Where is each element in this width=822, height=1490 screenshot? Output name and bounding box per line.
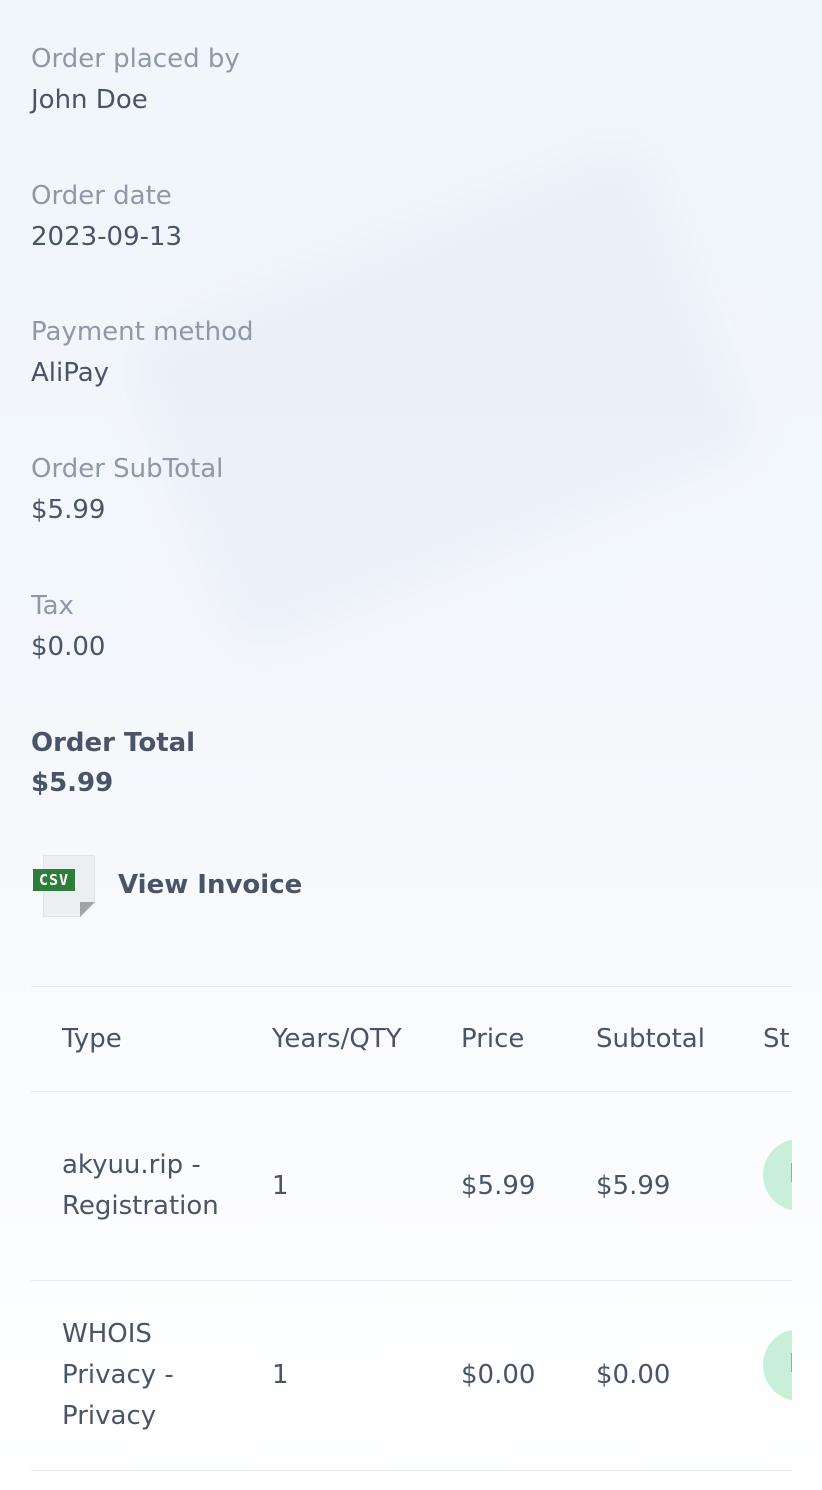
order-tax: Tax $0.00 (31, 589, 105, 664)
cell-type-line: akyuu.rip - (62, 1150, 201, 1180)
csv-file-icon[interactable]: CSV (31, 853, 97, 917)
cell-status: I (763, 1281, 792, 1471)
order-tax-value: $0.00 (31, 632, 106, 662)
cell-qty: 1 (272, 1170, 289, 1201)
invoice-row: CSV View Invoice (31, 850, 302, 920)
cell-status: I (763, 1092, 792, 1281)
cell-type: WHOIS Privacy - Privacy (31, 1281, 272, 1471)
column-header-subtotal[interactable]: Subtotal (596, 987, 763, 1092)
background-decoration (118, 137, 762, 653)
order-items-table: Type Years/QTY Price Subtotal St akyuu.r… (31, 986, 792, 1471)
status-badge: I (763, 1328, 792, 1401)
order-placed-by-value: John Doe (31, 85, 148, 115)
column-header-status[interactable]: St (763, 987, 792, 1092)
column-header-price[interactable]: Price (461, 987, 596, 1092)
status-badge-text: I (789, 1344, 792, 1385)
cell-type-line: Registration (62, 1191, 219, 1221)
csv-file-tag: CSV (33, 869, 75, 891)
order-date: Order date 2023-09-13 (31, 179, 182, 254)
csv-file-fold (80, 902, 95, 917)
order-date-label: Order date (31, 181, 172, 211)
payment-method-label: Payment method (31, 317, 254, 347)
cell-type-line: Privacy (62, 1401, 157, 1431)
order-date-value: 2023-09-13 (31, 222, 183, 252)
order-total-label: Order Total (31, 728, 196, 758)
order-tax-label: Tax (31, 591, 74, 621)
order-placed-by-label: Order placed by (31, 44, 240, 74)
cell-subtotal: $5.99 (596, 1170, 671, 1201)
order-subtotal-label: Order SubTotal (31, 454, 224, 484)
payment-method-value: AliPay (31, 358, 110, 388)
cell-type-line: Privacy - (62, 1360, 174, 1390)
view-invoice-link[interactable]: View Invoice (118, 870, 302, 900)
column-header-type[interactable]: Type (31, 987, 272, 1092)
cell-type: akyuu.rip - Registration (31, 1092, 272, 1281)
order-subtotal: Order SubTotal $5.99 (31, 452, 223, 527)
order-placed-by: Order placed by John Doe (31, 42, 240, 117)
cell-qty: 1 (272, 1360, 289, 1390)
order-total-value: $5.99 (31, 768, 114, 798)
table-row: akyuu.rip - Registration 1 $5.99 $5.99 I (31, 1092, 792, 1281)
table-header-row: Type Years/QTY Price Subtotal St (31, 986, 792, 1092)
status-badge-text: I (789, 1154, 792, 1195)
table-row: WHOIS Privacy - Privacy 1 $0.00 $0.00 I (31, 1281, 792, 1471)
cell-type-line: WHOIS (62, 1319, 152, 1349)
status-badge: I (763, 1139, 792, 1211)
cell-price: $0.00 (461, 1360, 536, 1390)
order-total: Order Total $5.99 (31, 726, 195, 800)
order-subtotal-value: $5.99 (31, 495, 106, 525)
cell-subtotal: $0.00 (596, 1360, 671, 1390)
payment-method: Payment method AliPay (31, 315, 254, 390)
cell-price: $5.99 (461, 1170, 536, 1201)
column-header-qty[interactable]: Years/QTY (272, 987, 461, 1092)
